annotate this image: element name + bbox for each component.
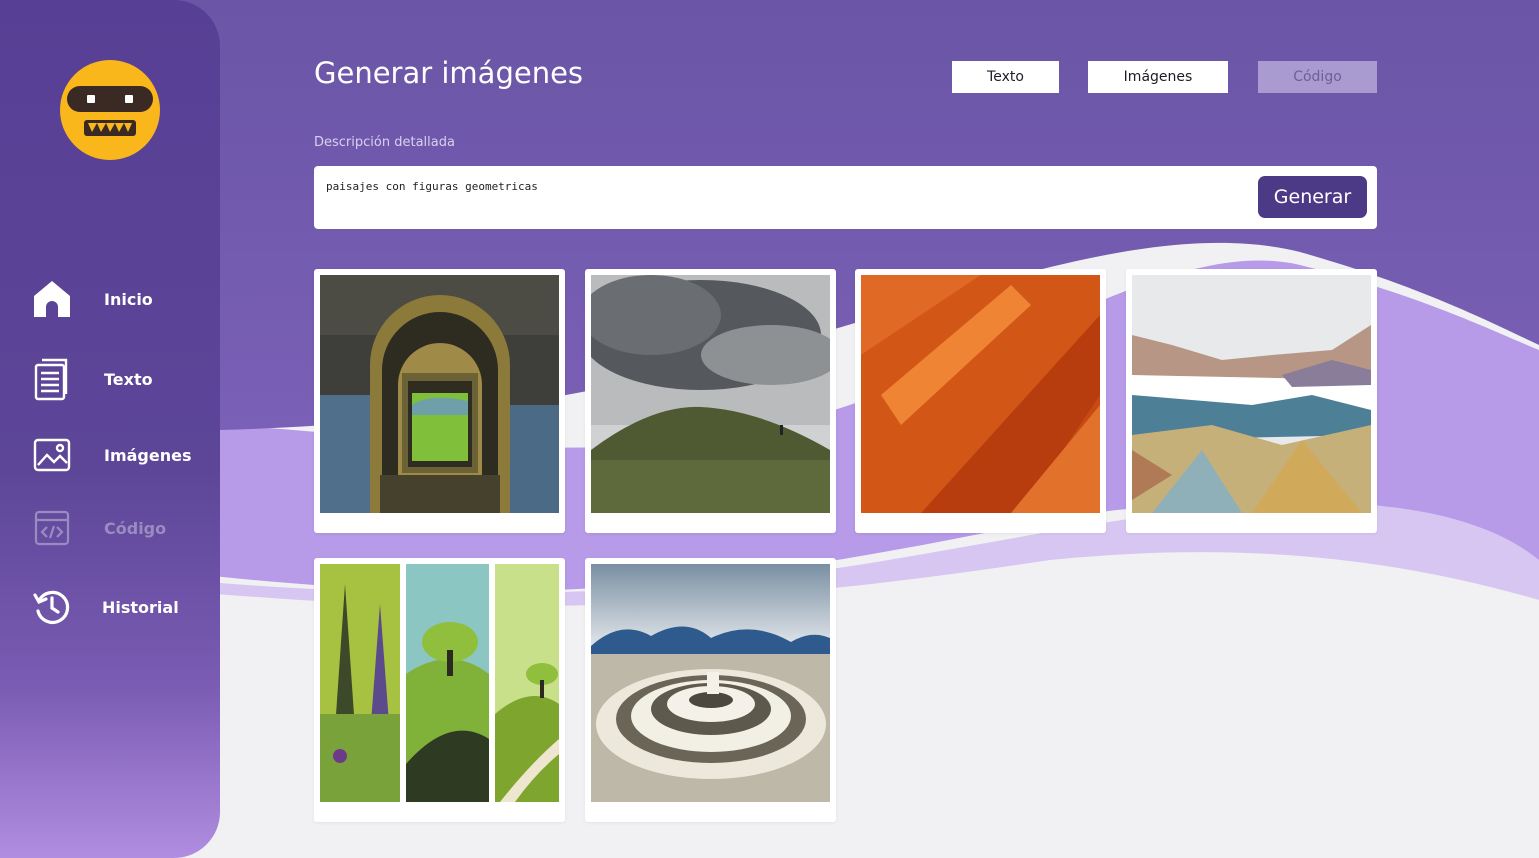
logo-visor bbox=[67, 86, 153, 112]
logo-eye-left bbox=[87, 95, 95, 103]
sidebar-item-texto[interactable]: Texto bbox=[30, 354, 210, 404]
prompt-input[interactable]: paisajes con figuras geometricas bbox=[326, 180, 1246, 220]
gallery-image-card[interactable] bbox=[855, 269, 1106, 533]
sidebar-item-inicio[interactable]: Inicio bbox=[30, 274, 210, 324]
generated-image bbox=[1132, 275, 1371, 513]
generated-image bbox=[861, 275, 1100, 513]
sidebar-item-imagenes[interactable]: Imágenes bbox=[30, 430, 210, 480]
code-icon bbox=[30, 506, 74, 550]
generated-image bbox=[320, 564, 559, 802]
tab-imagenes[interactable]: Imágenes bbox=[1088, 61, 1228, 93]
sidebar-item-label: Historial bbox=[102, 597, 179, 617]
generated-image bbox=[320, 275, 559, 513]
history-icon bbox=[30, 585, 74, 629]
page-title: Generar imágenes bbox=[314, 56, 584, 90]
image-icon bbox=[30, 433, 74, 477]
generated-image bbox=[591, 275, 830, 513]
prompt-box: paisajes con figuras geometricas Generar bbox=[314, 166, 1377, 229]
sidebar-item-historial[interactable]: Historial bbox=[30, 582, 210, 632]
gallery-image-card[interactable] bbox=[314, 269, 565, 533]
logo-eye-right bbox=[125, 95, 133, 103]
sidebar-item-label: Texto bbox=[104, 369, 153, 389]
sidebar-item-label: Código bbox=[104, 518, 167, 538]
generated-image bbox=[591, 564, 830, 802]
home-icon bbox=[30, 277, 74, 321]
document-icon bbox=[30, 357, 74, 401]
robot-face-logo[interactable] bbox=[60, 60, 160, 160]
logo-mouth bbox=[84, 120, 136, 136]
tab-texto[interactable]: Texto bbox=[952, 61, 1059, 93]
gallery-image-card[interactable] bbox=[585, 558, 836, 822]
tab-codigo[interactable]: Código bbox=[1258, 61, 1377, 93]
sidebar-item-codigo[interactable]: Código bbox=[30, 503, 210, 553]
generate-button[interactable]: Generar bbox=[1258, 176, 1367, 218]
sidebar: Inicio Texto Imágenes Código Historial bbox=[0, 0, 220, 858]
prompt-label: Descripción detallada bbox=[314, 135, 455, 150]
gallery-image-card[interactable] bbox=[314, 558, 565, 822]
gallery-image-card[interactable] bbox=[1126, 269, 1377, 533]
sidebar-item-label: Inicio bbox=[104, 289, 153, 309]
sidebar-item-label: Imágenes bbox=[104, 445, 192, 465]
gallery-image-card[interactable] bbox=[585, 269, 836, 533]
